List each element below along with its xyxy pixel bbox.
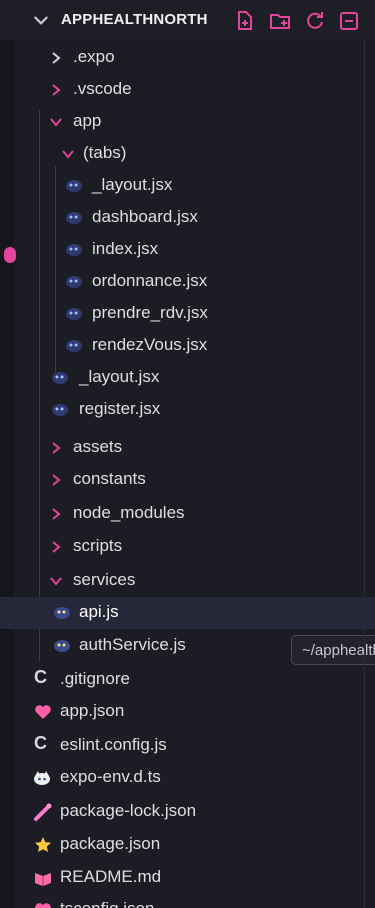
tree-label: tsconfig.json [60, 899, 155, 908]
new-file-icon[interactable] [233, 9, 257, 33]
tree-row-folder[interactable]: app [0, 106, 375, 138]
react-file-icon [52, 372, 68, 384]
tree-row-folder[interactable]: services [0, 565, 375, 597]
expo-ts-icon [34, 771, 50, 785]
collapse-all-icon[interactable] [337, 9, 361, 33]
tree-label: rendezVous.jsx [92, 335, 208, 354]
chevron-down-icon [50, 577, 62, 586]
tree-row-file[interactable]: prendre_rdv.jsx [0, 298, 375, 330]
workspace-title: APPHEALTHNORTH [61, 11, 208, 28]
react-file-icon [66, 212, 82, 224]
tree-label: package-lock.json [60, 801, 197, 820]
chevron-right-icon [52, 541, 61, 553]
react-file-icon [52, 404, 68, 416]
chevron-right-icon [52, 508, 61, 520]
tree-label: node_modules [73, 503, 185, 522]
tree-row-file[interactable]: package.json [0, 829, 375, 861]
tree-label: scripts [73, 536, 123, 555]
tree-row-file[interactable]: package-lock.json [0, 796, 375, 828]
tree-row-file[interactable]: tsconfig.json [0, 894, 375, 908]
react-file-icon [66, 180, 82, 192]
react-file-icon [66, 308, 82, 320]
tree-label: _layout.jsx [79, 367, 160, 386]
tree-row-file[interactable]: dashboard.jsx [0, 202, 375, 234]
tree-label: app [73, 111, 102, 130]
gitignore-icon: C [34, 667, 47, 687]
tree-label: index.jsx [92, 239, 159, 258]
tree-row-folder[interactable]: node_modules [0, 498, 375, 530]
tree-label: api.js [79, 602, 119, 621]
tree-row-file[interactable]: README.md [0, 862, 375, 894]
tree-row-folder[interactable]: .vscode [0, 74, 375, 106]
react-file-icon [66, 244, 82, 256]
tree-label: eslint.config.js [60, 735, 167, 754]
tree-label: assets [73, 437, 123, 456]
tree-label: .gitignore [60, 669, 130, 688]
chevron-down-icon [62, 150, 74, 159]
tree-label: register.jsx [79, 399, 161, 418]
tree-label: _layout.jsx [92, 175, 173, 194]
package-lock-icon [34, 803, 52, 821]
tree-row-file[interactable]: _layout.jsx [0, 362, 375, 394]
refresh-icon[interactable] [303, 9, 327, 33]
path-tooltip: ~/apphealth [291, 635, 375, 665]
tree-label: .vscode [73, 79, 132, 98]
tree-row-file[interactable]: rendezVous.jsx [0, 330, 375, 362]
tree-row-folder[interactable]: .expo [0, 42, 375, 74]
js-file-icon [54, 640, 70, 652]
tree-row-file[interactable]: expo-env.d.ts [0, 762, 375, 794]
file-explorer-panel: APPHEALTHNORTH .expo .vscode app (tabs) … [0, 0, 375, 908]
package-star-icon [35, 837, 51, 852]
tree-label: services [73, 570, 136, 589]
chevron-right-icon [52, 52, 61, 64]
tree-row-file[interactable]: register.jsx [0, 394, 375, 426]
tree-row-file-selected[interactable]: api.js [0, 597, 375, 629]
tree-row-folder[interactable]: constants [0, 464, 375, 496]
tree-label: constants [73, 469, 146, 488]
tree-label: dashboard.jsx [92, 207, 198, 226]
chevron-right-icon [52, 442, 61, 454]
tree-row-file[interactable]: ordonnance.jsx [0, 266, 375, 298]
tree-row-folder[interactable]: (tabs) [0, 138, 375, 170]
tree-row-file[interactable]: app.json [0, 696, 375, 728]
tree-label: ordonnance.jsx [92, 271, 208, 290]
tree-row-folder[interactable]: assets [0, 432, 375, 464]
tree-label: .expo [73, 47, 115, 66]
react-file-icon [66, 276, 82, 288]
tree-row-folder[interactable]: scripts [0, 531, 375, 563]
tree-label: prendre_rdv.jsx [92, 303, 208, 322]
tree-label: expo-env.d.ts [60, 767, 161, 786]
heart-json-icon [35, 705, 51, 719]
tree-row-file[interactable]: C eslint.config.js [0, 730, 375, 762]
chevron-right-icon [52, 84, 61, 96]
js-file-icon [54, 607, 70, 619]
explorer-header[interactable]: APPHEALTHNORTH [0, 0, 375, 40]
tree-label: app.json [60, 701, 125, 720]
tsconfig-icon [35, 903, 51, 908]
tree-label: authService.js [79, 635, 186, 654]
chevron-down-icon[interactable] [32, 12, 50, 30]
tree-label: (tabs) [83, 143, 127, 162]
chevron-down-icon [50, 118, 62, 127]
tree-row-file[interactable]: _layout.jsx [0, 170, 375, 202]
react-file-icon [66, 340, 82, 352]
readme-icon [35, 873, 51, 886]
eslint-icon: C [34, 733, 47, 753]
tree-row-file[interactable]: index.jsx [0, 234, 375, 266]
tree-row-file[interactable]: C .gitignore [0, 664, 375, 696]
chevron-right-icon [52, 474, 61, 486]
tree-label: README.md [60, 867, 162, 886]
panel-edge [364, 40, 365, 908]
new-folder-icon[interactable] [268, 9, 292, 33]
tree-label: package.json [60, 834, 161, 853]
